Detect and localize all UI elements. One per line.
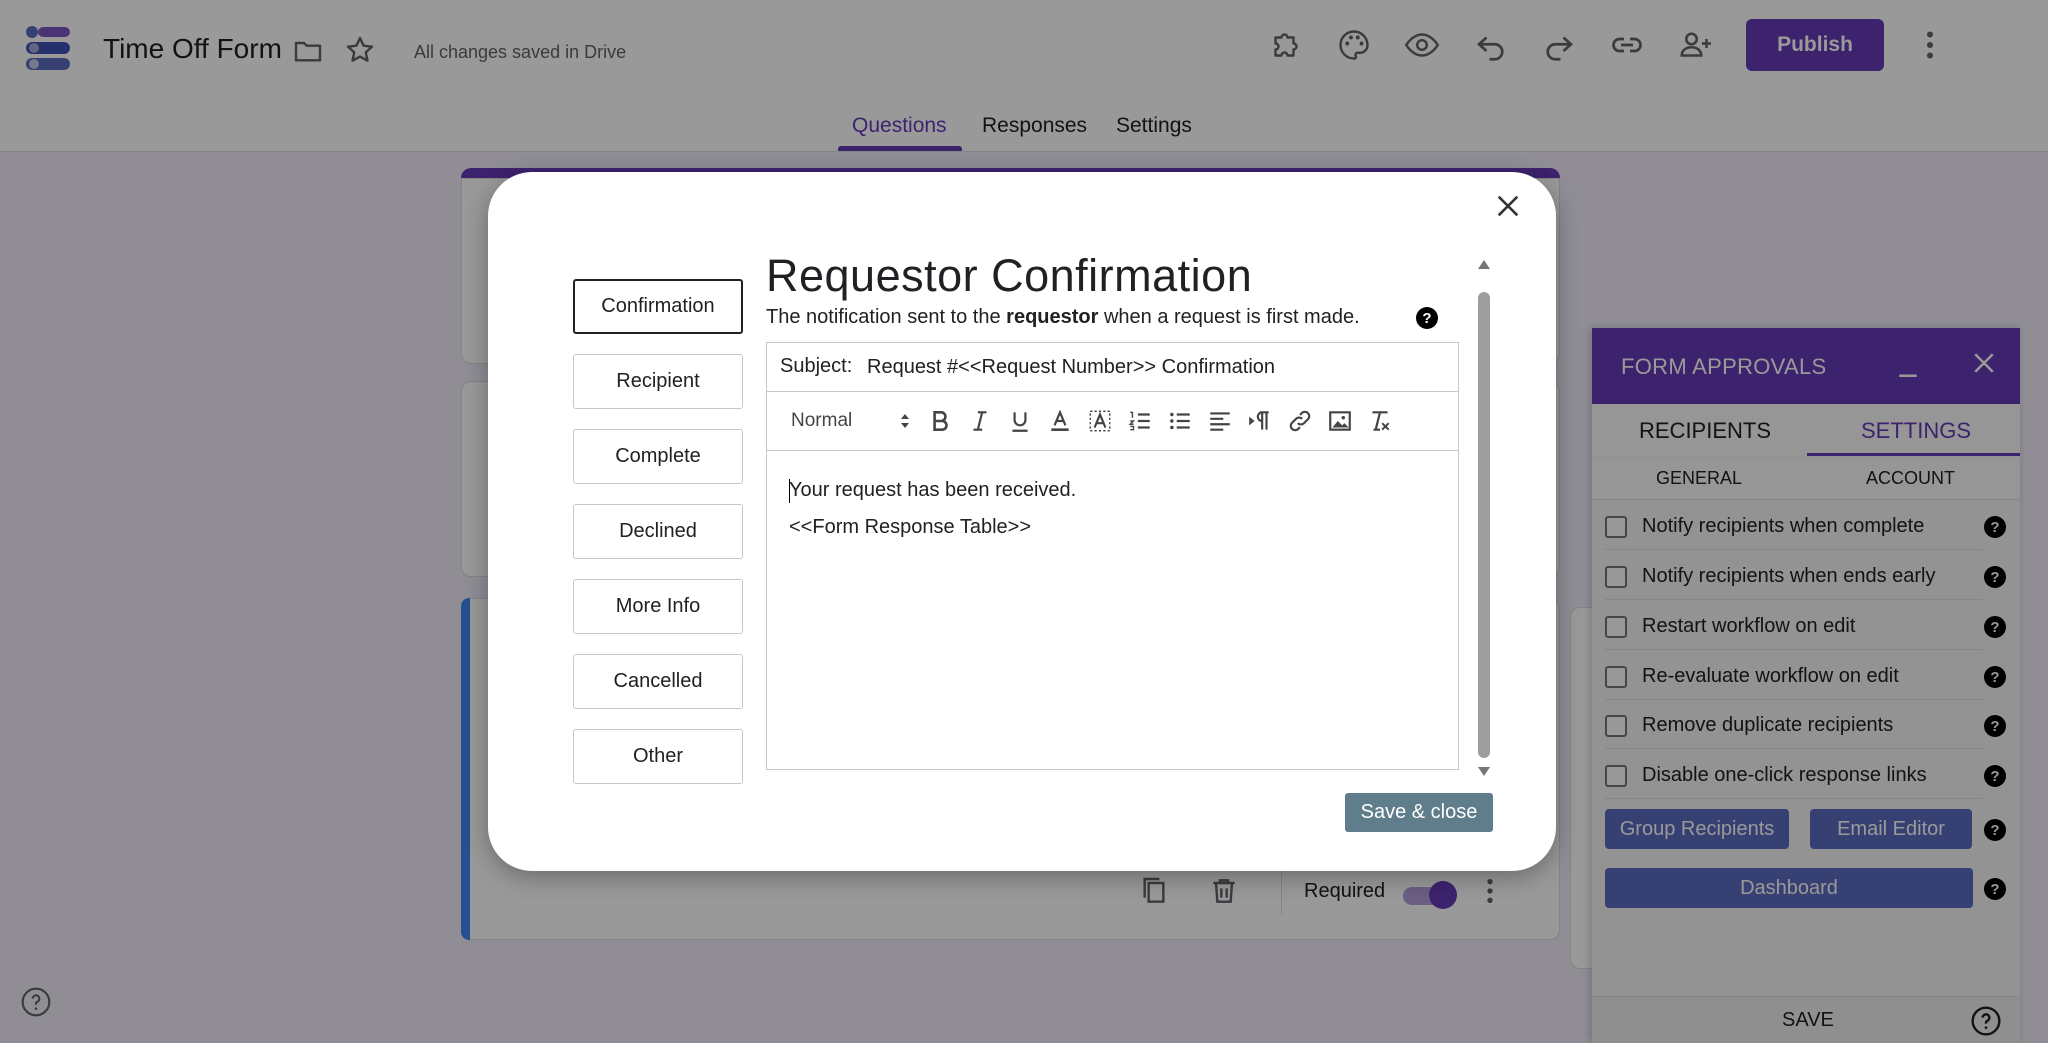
scrollbar-thumb[interactable]	[1478, 292, 1490, 758]
subject-input[interactable]	[867, 353, 1447, 381]
scroll-up-arrow-icon[interactable]	[1477, 258, 1491, 270]
tab-recipient[interactable]: Recipient	[573, 354, 743, 409]
save-close-button[interactable]: Save & close	[1345, 793, 1493, 832]
text-color-icon[interactable]	[1047, 408, 1073, 434]
bold-icon[interactable]	[927, 408, 953, 434]
link-insert-icon[interactable]	[1287, 408, 1313, 434]
tab-more-info[interactable]: More Info	[573, 579, 743, 634]
email-body-editor[interactable]: Your request has been received. <<Form R…	[766, 450, 1459, 770]
select-arrows-icon[interactable]	[899, 409, 911, 433]
underline-icon[interactable]	[1007, 408, 1033, 434]
italic-icon[interactable]	[967, 408, 993, 434]
body-line: <<Form Response Table>>	[789, 516, 1032, 538]
subject-label: Subject:	[780, 355, 853, 377]
tab-other[interactable]: Other	[573, 729, 743, 784]
tab-complete[interactable]: Complete	[573, 429, 743, 484]
editor-toolbar: Normal	[766, 391, 1459, 451]
clear-format-icon[interactable]	[1367, 408, 1393, 434]
align-icon[interactable]	[1207, 408, 1233, 434]
dialog-description: The notification sent to the requestor w…	[766, 306, 1360, 328]
highlight-color-icon[interactable]	[1087, 408, 1113, 434]
text-direction-icon[interactable]	[1247, 408, 1273, 434]
image-insert-icon[interactable]	[1327, 408, 1353, 434]
scroll-down-arrow-icon[interactable]	[1477, 766, 1491, 778]
ordered-list-icon[interactable]	[1127, 408, 1153, 434]
tab-declined[interactable]: Declined	[573, 504, 743, 559]
tab-cancelled[interactable]: Cancelled	[573, 654, 743, 709]
subject-row: Subject:	[766, 342, 1459, 392]
dialog-title: Requestor Confirmation	[766, 250, 1253, 301]
close-dialog-icon[interactable]	[1494, 192, 1522, 220]
format-select[interactable]: Normal	[791, 410, 852, 432]
bullet-list-icon[interactable]	[1167, 408, 1193, 434]
tab-confirmation[interactable]: Confirmation	[573, 279, 743, 334]
body-line: Your request has been received.	[789, 479, 1077, 501]
description-help-icon[interactable]: ?	[1416, 307, 1438, 329]
